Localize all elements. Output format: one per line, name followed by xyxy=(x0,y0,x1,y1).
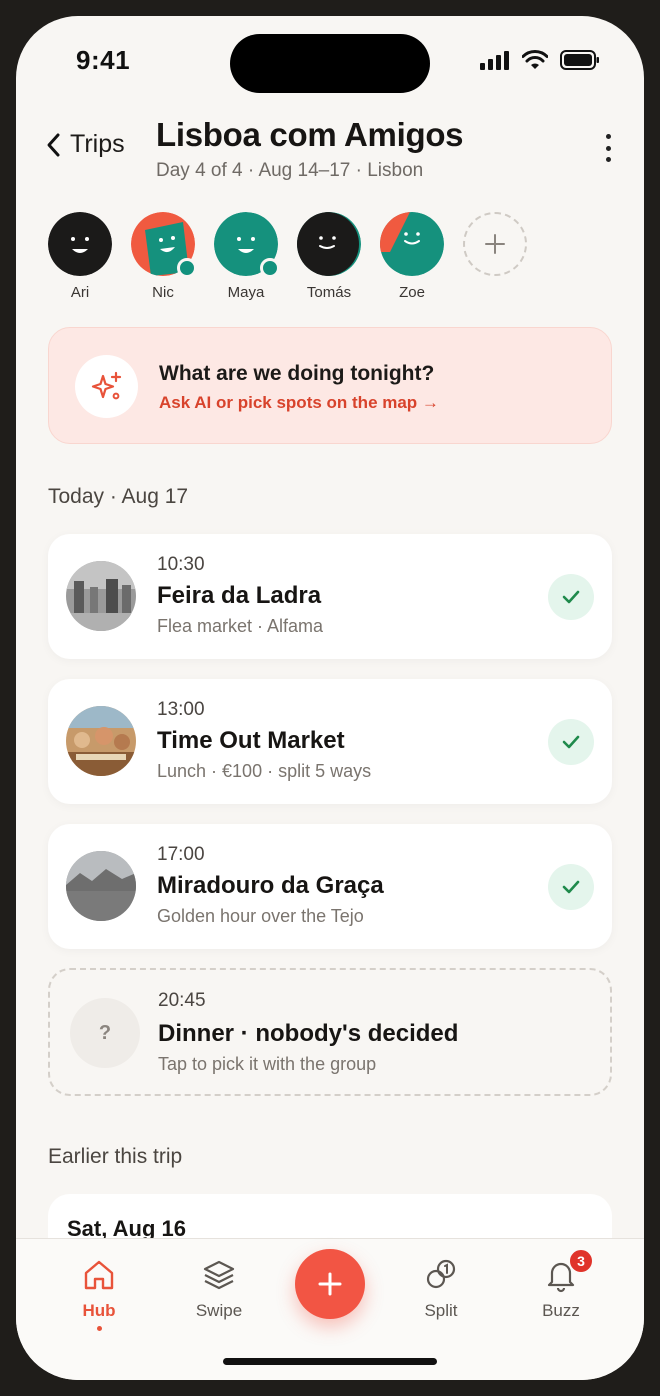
back-button[interactable]: Trips xyxy=(46,130,125,159)
member-name: Maya xyxy=(227,284,265,301)
wifi-icon xyxy=(522,50,548,69)
trip-subtitle: Day 4 of 4 · Aug 14–17 · Lisbon xyxy=(156,160,424,181)
place-photo xyxy=(66,561,136,631)
event-name: Dinner · nobody's decided xyxy=(158,1020,459,1047)
place-photo xyxy=(66,706,136,776)
member-name: Nic xyxy=(152,284,174,301)
add-member-button[interactable] xyxy=(463,212,527,301)
event-meta: Lunch · €100 · split 5 ways xyxy=(157,761,372,781)
event-name: Feira da Ladra xyxy=(157,582,322,609)
ai-suggestion-card[interactable]: What are we doing tonight? Ask AI or pic… xyxy=(48,327,612,444)
member-nic[interactable]: Nic xyxy=(131,212,197,301)
tab-label: Swipe xyxy=(195,1301,243,1320)
tab-hub[interactable]: Hub xyxy=(54,1257,144,1331)
back-label: Trips xyxy=(70,130,125,158)
event-time: 13:00 xyxy=(157,699,205,720)
event-time: 17:00 xyxy=(157,844,205,865)
tab-label: Split xyxy=(424,1301,458,1320)
sparkle-icon xyxy=(75,355,138,418)
layers-icon xyxy=(203,1260,235,1290)
member-name: Ari xyxy=(70,284,90,301)
event-meta: Golden hour over the Tejo xyxy=(157,906,364,926)
member-maya[interactable]: Maya xyxy=(214,212,280,301)
event-name: Time Out Market xyxy=(157,727,345,754)
phone-screen: 9:41 Trips Lisboa com Amigos Day 4 of 4 … xyxy=(16,16,644,1380)
tab-buzz[interactable]: 3 Buzz xyxy=(516,1248,606,1321)
tab-swipe[interactable]: Swipe xyxy=(174,1257,264,1321)
avatar xyxy=(380,212,444,276)
ai-card-link[interactable]: Ask AI or pick spots on the map → xyxy=(159,393,439,413)
member-avatars: Ari Nic Maya Tomás Zoe xyxy=(48,212,527,301)
undecided-event[interactable]: ? 20:45 Dinner · nobody's decided Tap to… xyxy=(48,968,612,1096)
event-time: 20:45 xyxy=(158,990,206,1011)
event-time: 10:30 xyxy=(157,554,205,575)
signal-icon xyxy=(480,51,509,70)
home-indicator xyxy=(223,1358,437,1365)
question-mark-icon: ? xyxy=(70,998,140,1068)
tab-label: Buzz xyxy=(542,1301,580,1320)
avatar xyxy=(48,212,112,276)
dynamic-island xyxy=(230,34,430,93)
chevron-left-icon xyxy=(47,133,60,156)
plus-icon xyxy=(318,1272,342,1296)
notification-badge: 3 xyxy=(568,1248,594,1274)
online-indicator xyxy=(177,258,197,278)
confirmed-check-icon xyxy=(548,864,594,910)
today-section-label: Today · Aug 17 xyxy=(48,485,189,508)
event-meta: Flea market · Alfama xyxy=(157,616,324,636)
member-name: Zoe xyxy=(399,284,425,301)
online-indicator xyxy=(260,258,280,278)
place-photo xyxy=(66,851,136,921)
earlier-section-label: Earlier this trip xyxy=(48,1145,183,1168)
battery-icon xyxy=(560,50,599,70)
status-icons xyxy=(480,50,600,70)
status-time: 9:41 xyxy=(76,45,131,75)
member-name: Tomás xyxy=(306,284,352,301)
plus-icon xyxy=(485,234,505,254)
tab-split[interactable]: Split xyxy=(396,1257,486,1321)
active-tab-dot xyxy=(96,1326,102,1331)
event-name: Miradouro da Graça xyxy=(157,872,384,899)
confirmed-check-icon xyxy=(548,574,594,620)
confirmed-check-icon xyxy=(548,719,594,765)
avatar xyxy=(297,212,361,276)
member-tomas[interactable]: Tomás xyxy=(297,212,361,301)
itinerary-item[interactable]: 17:00 Miradouro da Graça Golden hour ove… xyxy=(48,824,612,949)
member-zoe[interactable]: Zoe xyxy=(380,212,444,301)
add-button[interactable] xyxy=(295,1249,365,1319)
home-icon xyxy=(84,1260,114,1290)
trip-header: Trips Lisboa com Amigos Day 4 of 4 · Aug… xyxy=(16,116,644,196)
coins-icon xyxy=(426,1259,456,1289)
tab-label: Hub xyxy=(82,1301,116,1320)
event-meta: Tap to pick it with the group xyxy=(158,1054,377,1074)
member-ari[interactable]: Ari xyxy=(48,212,112,301)
ai-card-title: What are we doing tonight? xyxy=(159,362,435,385)
more-options-icon[interactable] xyxy=(596,130,620,166)
itinerary-item[interactable]: 13:00 Time Out Market Lunch · €100 · spl… xyxy=(48,679,612,804)
itinerary-item[interactable]: 10:30 Feira da Ladra Flea market · Alfam… xyxy=(48,534,612,659)
page-title: Lisboa com Amigos xyxy=(156,116,464,153)
